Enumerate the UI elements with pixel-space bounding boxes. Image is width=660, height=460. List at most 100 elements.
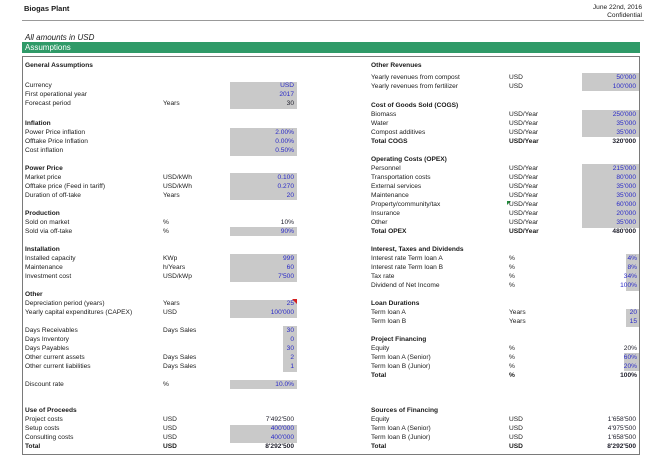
value-currency[interactable]: USD	[230, 82, 294, 91]
unit-insurance: USD/Year	[509, 210, 539, 217]
value-term-loan-b[interactable]: 15	[600, 318, 637, 327]
value-rate-loan-a[interactable]: 4%	[600, 255, 637, 264]
label-offtake-price: Offtake price (Feed in tariff)	[25, 183, 106, 190]
value-transportation[interactable]: 80'000	[582, 174, 636, 183]
value-property-tax[interactable]: 60'000	[582, 201, 636, 210]
label-project-costs: Project costs	[25, 416, 63, 423]
value-days-payables[interactable]: 30	[275, 345, 294, 354]
value-water[interactable]: 35'000	[582, 120, 636, 129]
value-financing-equity: 20%	[623, 345, 637, 352]
unit-external-services: USD/Year	[509, 183, 539, 190]
value-consulting-costs[interactable]: 400'000	[230, 434, 294, 443]
value-first-year[interactable]: 2017	[230, 91, 294, 100]
unit-rate-loan-a: %	[509, 255, 515, 262]
value-other-current-assets[interactable]: 2	[275, 354, 294, 363]
unit-sold-offtake: %	[163, 228, 169, 235]
label-depreciation: Depreciation period (years)	[25, 300, 105, 307]
label-other-current-liabilities: Other current liabilities	[25, 363, 91, 370]
value-market-price[interactable]: 0.100	[230, 174, 294, 183]
unit-compost-revenues: USD	[509, 74, 523, 81]
unit-offtake-duration: Years	[163, 192, 180, 199]
value-compost-revenues[interactable]: 50'000	[582, 74, 636, 83]
value-offtake-inflation[interactable]: 0.00%	[230, 138, 294, 147]
unit-financing-loan-a: %	[509, 354, 515, 361]
amounts-note: All amounts in USD	[25, 33, 95, 42]
value-sources-loan-b: 1'658'500	[607, 434, 636, 441]
value-discount-rate[interactable]: 10.0%	[230, 381, 294, 390]
document-title: Biogas Plant	[24, 4, 70, 13]
value-investment-cost[interactable]: 7'500	[230, 273, 294, 282]
value-term-loan-a[interactable]: 20	[600, 309, 637, 318]
unit-installed-capacity: KWp	[163, 255, 178, 262]
value-dividend[interactable]: 100%	[600, 282, 637, 291]
value-offtake-duration[interactable]: 20	[230, 192, 294, 201]
unit-financing-total: %	[509, 372, 515, 379]
unit-capex: USD	[163, 309, 177, 316]
value-fertilizer-revenues[interactable]: 100'000	[582, 83, 636, 92]
value-financing-loan-b[interactable]: 20%	[600, 363, 637, 372]
value-offtake-price[interactable]: 0.270	[230, 183, 294, 192]
label-sold-offtake: Sold via off-take	[25, 228, 73, 235]
value-insurance[interactable]: 20'000	[582, 210, 636, 219]
label-market-price: Market price	[25, 174, 62, 181]
label-dividend: Dividend of Net Income	[371, 282, 440, 289]
value-cost-inflation[interactable]: 0.50%	[230, 147, 294, 156]
unit-sources-total: USD	[509, 443, 523, 450]
value-sold-offtake[interactable]: 90%	[230, 228, 294, 237]
value-opex-maintenance[interactable]: 35'000	[582, 192, 636, 201]
value-power-inflation[interactable]: 2.00%	[230, 129, 294, 138]
unit-sources-loan-a: USD	[509, 425, 523, 432]
label-water: Water	[371, 120, 389, 127]
unit-sources-equity: USD	[509, 416, 523, 423]
value-external-services[interactable]: 35'000	[582, 183, 636, 192]
label-consulting-costs: Consulting costs	[25, 434, 74, 441]
value-setup-costs[interactable]: 400'000	[230, 425, 294, 434]
unit-market-price: USD/kWh	[163, 174, 192, 181]
power-price-title: Power Price	[25, 165, 63, 172]
label-sold-market: Sold on market	[25, 219, 70, 226]
value-forecast-period[interactable]: 30	[230, 100, 294, 109]
value-tax-rate[interactable]: 34%	[600, 273, 637, 282]
value-biomass[interactable]: 250'000	[582, 111, 636, 120]
unit-investment-cost: USD/kWp	[163, 273, 192, 280]
label-offtake-inflation: Offtake Price Inflation	[25, 138, 88, 145]
label-installed-capacity: Installed capacity	[25, 255, 76, 262]
label-term-loan-b: Term loan B	[371, 318, 407, 325]
value-maintenance[interactable]: 60	[230, 264, 294, 273]
value-rate-loan-b[interactable]: 8%	[600, 264, 637, 273]
label-days-inventory: Days Inventory	[25, 336, 69, 343]
unit-offtake-price: USD/kWh	[163, 183, 192, 190]
inflation-title: Inflation	[25, 120, 51, 127]
unit-other-current-liabilities: Days Sales	[163, 363, 197, 370]
label-financing-loan-b: Term loan B (Junior)	[371, 363, 431, 370]
label-sources-loan-b: Term loan B (Junior)	[371, 434, 431, 441]
value-installed-capacity[interactable]: 999	[230, 255, 294, 264]
header-rule	[22, 20, 644, 21]
label-total-opex: Total OPEX	[371, 228, 407, 235]
value-depreciation[interactable]: 25	[230, 300, 294, 309]
unit-other-current-assets: Days Sales	[163, 354, 197, 361]
label-financing-loan-a: Term loan A (Senior)	[371, 354, 431, 361]
unit-biomass: USD/Year	[509, 111, 539, 118]
unit-project-costs: USD	[163, 416, 177, 423]
label-days-receivables: Days Receivables	[25, 327, 78, 334]
label-uses-total: Total	[25, 443, 41, 450]
value-days-receivables[interactable]: 30	[275, 327, 294, 336]
unit-transportation: USD/Year	[509, 174, 539, 181]
value-other-current-liabilities[interactable]: 1	[275, 363, 294, 372]
label-first-year: First operational year	[25, 91, 87, 98]
loan-durations-title: Loan Durations	[371, 300, 420, 307]
label-forecast-period: Forecast period	[25, 100, 71, 107]
label-rate-loan-b: Interest rate Term loan B	[371, 264, 444, 271]
unit-sold-market: %	[163, 219, 169, 226]
value-opex-other[interactable]: 35'000	[582, 219, 636, 228]
value-days-inventory[interactable]: 0	[275, 336, 294, 345]
value-compost-additives[interactable]: 35'000	[582, 129, 636, 138]
value-financing-loan-a[interactable]: 60%	[600, 354, 637, 363]
value-personnel[interactable]: 215'000	[582, 165, 636, 174]
label-external-services: External services	[371, 183, 422, 190]
value-capex[interactable]: 100'000	[230, 309, 294, 318]
other-revenues-title: Other Revenues	[371, 62, 422, 69]
value-sources-loan-a: 4'975'500	[607, 425, 636, 432]
label-opex-other: Other	[371, 219, 388, 226]
